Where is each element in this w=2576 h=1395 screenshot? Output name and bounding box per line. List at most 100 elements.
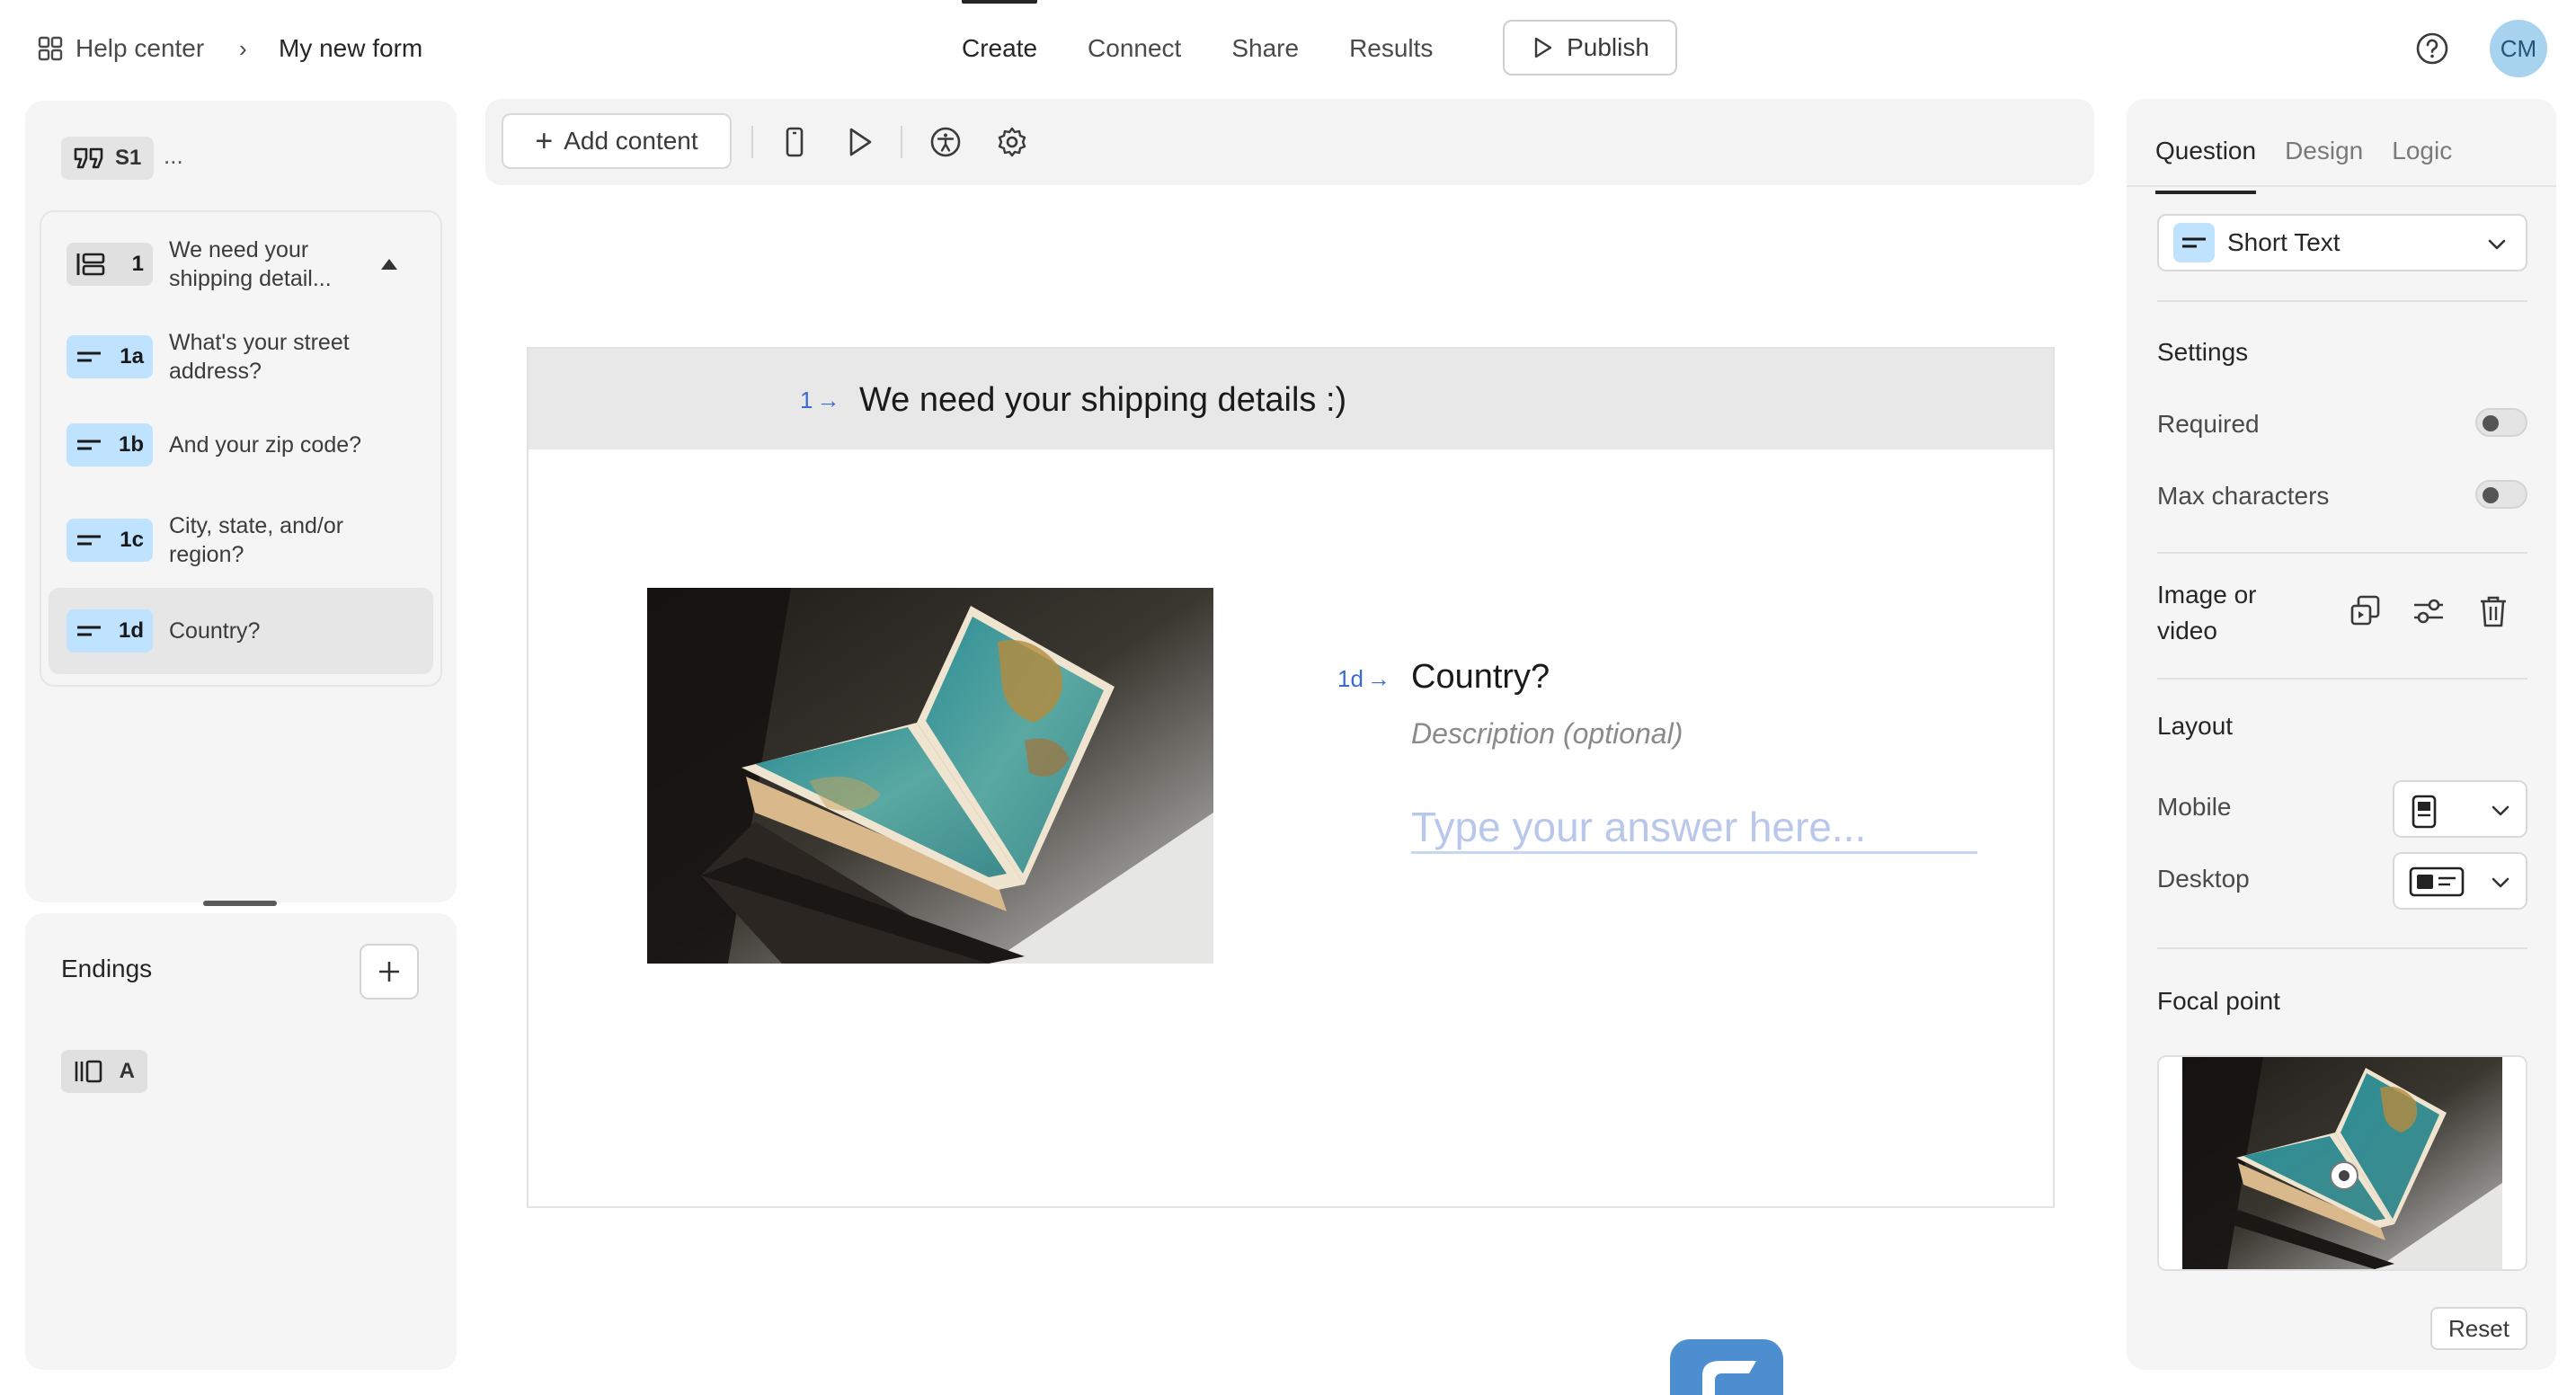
question-number: 1b: [118, 432, 144, 457]
tab-results[interactable]: Results: [1349, 0, 1433, 97]
desktop-label: Desktop: [2157, 865, 2250, 893]
question-label: City, state, and/or region?: [169, 513, 344, 567]
group-number: 1: [131, 252, 144, 276]
tab-design[interactable]: Design: [2285, 120, 2363, 182]
list-item-selected[interactable]: 1d Country?: [49, 588, 433, 674]
publish-label: Publish: [1567, 33, 1649, 61]
list-item[interactable]: 1a What's your street address?: [49, 316, 433, 397]
adjust-sliders-icon[interactable]: [2411, 593, 2447, 629]
grid-icon: [38, 36, 63, 61]
short-text-type-badge: [2173, 223, 2215, 262]
tab-logic[interactable]: Logic: [2392, 120, 2452, 182]
group-badge: 1: [67, 243, 153, 286]
ending-badge[interactable]: A: [61, 1050, 147, 1093]
group-header[interactable]: 1 → We need your shipping details :): [529, 349, 2053, 449]
mobile-layout-select[interactable]: [2393, 780, 2527, 838]
canvas-toolbar: + Add content: [485, 99, 2094, 185]
form-preview-card: 1 → We need your shipping details :) 1d …: [527, 347, 2055, 1208]
question-number: 1a: [120, 344, 144, 369]
list-item-group[interactable]: 1 We need your shipping detail...: [49, 225, 433, 304]
divider: [2157, 678, 2527, 680]
welcome-screen-badge[interactable]: S1: [61, 137, 155, 180]
image-or-video-label: Image or video: [2157, 581, 2257, 644]
avatar[interactable]: CM: [2490, 20, 2547, 77]
list-item[interactable]: 1c City, state, and/or region?: [49, 500, 433, 581]
list-item[interactable]: 1b And your zip code?: [49, 404, 433, 485]
question-type-select[interactable]: Short Text: [2157, 214, 2527, 271]
focal-point-handle[interactable]: [2330, 1161, 2358, 1190]
accessibility-icon[interactable]: [929, 126, 962, 158]
help-icon[interactable]: [2414, 31, 2450, 67]
settings-gear-icon[interactable]: [996, 126, 1028, 158]
help-widget-icon[interactable]: [1670, 1339, 1783, 1395]
mobile-label: Mobile: [2157, 793, 2232, 821]
max-characters-label: Max characters: [2157, 482, 2330, 510]
breadcrumb-home[interactable]: Help center: [38, 27, 204, 70]
play-icon[interactable]: [843, 126, 875, 158]
question-description[interactable]: Description (optional): [1411, 717, 1683, 751]
max-characters-toggle[interactable]: [2475, 480, 2527, 509]
welcome-badge-label: S1: [115, 146, 142, 170]
answer-input[interactable]: [1411, 802, 1977, 854]
mobile-layout-icon: [2412, 795, 2437, 829]
plus-icon: [379, 962, 399, 982]
question-number: 1c: [120, 528, 144, 552]
form-name[interactable]: My new form: [279, 27, 422, 70]
group-title[interactable]: We need your shipping details :): [859, 381, 1346, 420]
group-label: We need your shipping detail...: [169, 237, 332, 291]
focal-point-picker[interactable]: [2157, 1055, 2527, 1271]
chat-logo-icon: [1702, 1361, 1756, 1395]
short-text-icon: [77, 351, 101, 362]
chevron-down-icon: [2488, 239, 2506, 250]
question-image[interactable]: [647, 588, 1213, 964]
trash-icon[interactable]: [2475, 593, 2511, 629]
toolbar-divider: [751, 126, 753, 158]
required-toggle[interactable]: [2475, 408, 2527, 437]
settings-heading: Settings: [2157, 338, 2249, 366]
short-text-badge: 1b: [67, 423, 153, 466]
group-icon: [76, 253, 105, 276]
question-group: 1 We need your shipping detail... 1a Wha…: [40, 210, 442, 687]
properties-tabs: Question Design Logic: [2155, 120, 2481, 194]
plus-icon: +: [535, 123, 554, 158]
mobile-preview-icon[interactable]: [778, 126, 811, 158]
tab-connect[interactable]: Connect: [1088, 0, 1181, 97]
question-number-label: 1d →: [1337, 665, 1390, 692]
welcome-more-text: ...: [164, 142, 183, 169]
breadcrumb-separator: ›: [239, 34, 247, 62]
replace-media-icon[interactable]: [2348, 593, 2384, 629]
ending-badge-label: A: [119, 1059, 135, 1083]
quote-icon: [74, 147, 103, 169]
publish-button[interactable]: Publish: [1503, 20, 1677, 76]
question-number: 1d: [118, 618, 144, 643]
question-label: And your zip code?: [169, 432, 362, 458]
short-text-icon: [77, 440, 101, 450]
short-text-badge: 1d: [67, 609, 153, 653]
endings-panel: Endings A: [25, 913, 457, 1370]
question-title[interactable]: Country?: [1411, 658, 1550, 697]
ending-icon: [75, 1060, 102, 1083]
desktop-layout-select[interactable]: [2393, 852, 2527, 910]
tab-create[interactable]: Create: [962, 0, 1038, 97]
collapse-arrow-icon[interactable]: [381, 259, 397, 270]
tab-share[interactable]: Share: [1231, 0, 1299, 97]
tab-divider: [2127, 185, 2556, 187]
properties-panel: Question Design Logic Short Text Setting…: [2127, 99, 2556, 1370]
short-text-icon: [77, 626, 101, 636]
divider: [2157, 552, 2527, 554]
play-icon: [1534, 37, 1552, 58]
main-nav: Create Connect Share Results: [962, 0, 1483, 97]
add-content-button[interactable]: + Add content: [502, 113, 732, 169]
question-label: Country?: [169, 618, 261, 644]
tab-question[interactable]: Question: [2155, 120, 2257, 194]
divider: [2157, 947, 2527, 949]
layout-heading: Layout: [2157, 712, 2234, 740]
group-number-label: 1 →: [800, 387, 840, 413]
reset-button[interactable]: Reset: [2430, 1307, 2527, 1350]
divider: [2157, 300, 2527, 302]
add-ending-button[interactable]: [360, 944, 419, 1000]
question-label: What's your street address?: [169, 330, 350, 384]
short-text-badge: 1c: [67, 519, 153, 562]
panel-resize-handle[interactable]: [203, 901, 277, 906]
endings-title: Endings: [61, 955, 153, 982]
